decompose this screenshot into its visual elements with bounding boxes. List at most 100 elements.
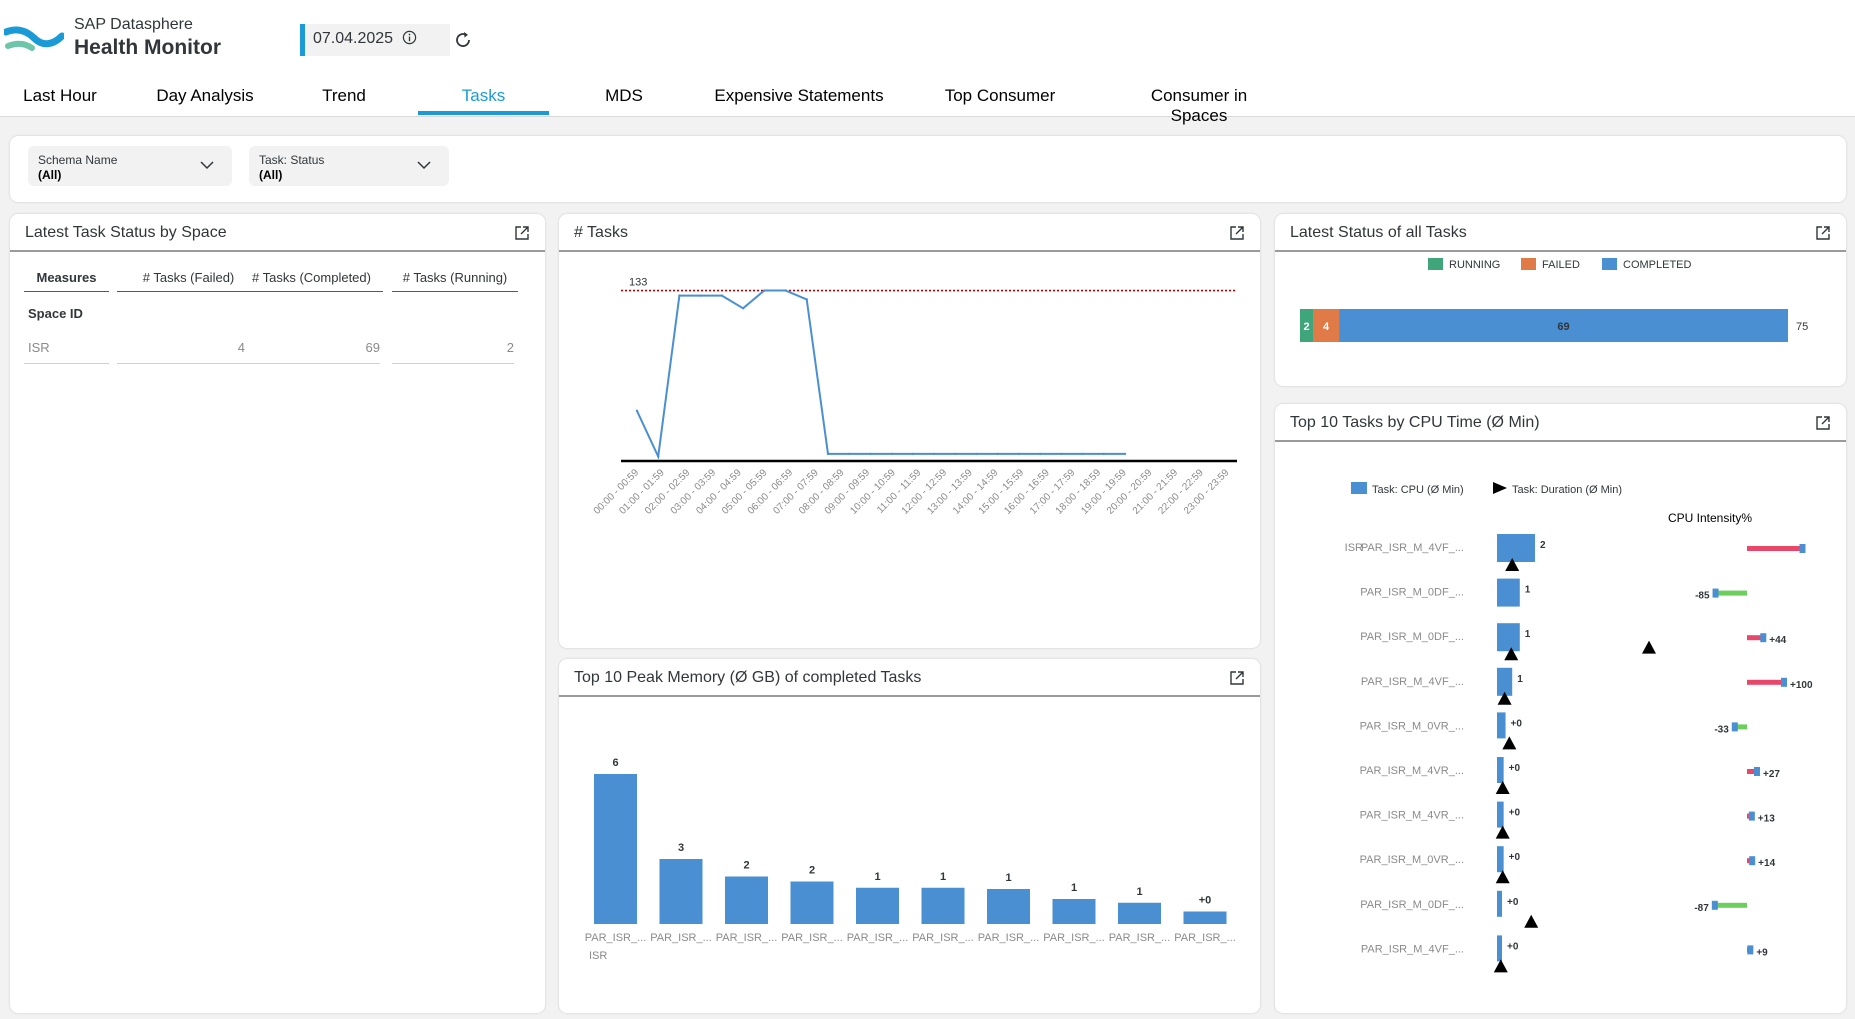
cpu-value-label: 1: [1525, 629, 1531, 640]
x-category-label: PAR_ISR_...: [847, 932, 909, 944]
x-category-label: PAR_ISR_...: [1109, 932, 1171, 944]
card-title: Latest Status of all Tasks: [1290, 224, 1467, 241]
x-category-label: PAR_ISR_...: [716, 932, 778, 944]
card-title: Latest Task Status by Space: [25, 224, 227, 241]
task-name-label: PAR_ISR_M_4VF_...: [1361, 676, 1464, 688]
cpu-bar: [1497, 890, 1502, 917]
intensity-bar: [1715, 590, 1747, 596]
memory-bar: [987, 889, 1030, 924]
refresh-icon[interactable]: [452, 29, 474, 51]
legend-swatch: [1428, 258, 1443, 270]
tab-last-hour[interactable]: Last Hour: [22, 86, 98, 106]
running-count-cell: 2: [392, 340, 514, 364]
task-status-filter[interactable]: Task: Status (All): [249, 146, 449, 186]
bar-value-label: 2: [743, 860, 749, 872]
data-point: [805, 298, 808, 301]
data-point: [975, 452, 978, 456]
duration-marker: [1493, 959, 1508, 973]
legend-swatch: [1602, 258, 1617, 270]
intensity-label: -85: [1695, 591, 1710, 602]
peak-memory-bar-chart: 6 PAR_ISR_... 3 PAR_ISR_... 2 PAR_ISR_... 2 PAR…: [585, 757, 1236, 962]
space-id-cell: ISR: [24, 340, 109, 364]
date-field[interactable]: 07.04.2025: [300, 24, 450, 56]
data-point: [741, 307, 745, 310]
cpu-bar: [1497, 757, 1504, 783]
intensity-bar: [1714, 902, 1747, 908]
row-header-space-id: Space ID: [28, 306, 83, 321]
data-point: [1081, 452, 1084, 456]
measures-header: Measures: [24, 270, 109, 292]
cpu-bar: [1497, 846, 1504, 873]
cpu-bar: [1497, 667, 1513, 696]
column-header-failed: # Tasks (Failed): [117, 270, 260, 292]
data-point: [890, 452, 893, 456]
memory-bar: [1118, 902, 1161, 924]
intensity-bar: [1747, 679, 1784, 685]
task-name-label: PAR_ISR_M_4VF_...: [1361, 943, 1464, 955]
export-icon[interactable]: [1814, 414, 1832, 432]
export-icon[interactable]: [1814, 224, 1832, 242]
intensity-label: +44: [1769, 635, 1786, 646]
group-label: ISR: [589, 950, 607, 962]
data-point: [954, 452, 957, 456]
task-name-label: PAR_ISR_M_4VR_...: [1360, 810, 1464, 822]
latest-status-all-card: Latest Status of all Tasks RUNNING FAILED…: [1275, 214, 1846, 386]
memory-bar: [790, 881, 834, 924]
data-point: [826, 452, 830, 456]
data-point: [1038, 452, 1042, 456]
tab-bar: Last Hour Day Analysis Trend Tasks MDS E…: [0, 82, 1855, 125]
top-bar: SAP Datasphere Health Monitor 07.04.2025…: [0, 0, 1855, 125]
intensity-marker: [1748, 811, 1755, 821]
intensity-header: CPU Intensity%: [1668, 511, 1752, 525]
tab-day-analysis[interactable]: Day Analysis: [155, 86, 255, 106]
memory-bar: [594, 774, 637, 924]
tab-mds[interactable]: MDS: [600, 86, 648, 106]
memory-bar: [659, 859, 703, 924]
status-stacked-bar-chart: RUNNING FAILED COMPLETED 2 4 69 75: [1300, 258, 1808, 342]
schema-name-filter[interactable]: Schema Name (All): [28, 146, 232, 186]
legend-label: COMPLETED: [1623, 259, 1692, 271]
status-filter-value: (All): [259, 168, 283, 182]
active-tab-indicator: [418, 111, 549, 115]
bar-value-label: 1: [1071, 882, 1077, 894]
segment-value-label: 69: [1557, 321, 1569, 333]
tasks-line-chart: 13300:00 - 00:5901:00 - 01:5902:00 - 02:…: [592, 277, 1237, 517]
data-point: [720, 294, 724, 297]
export-icon[interactable]: [1228, 669, 1246, 687]
intensity-marker: [1731, 722, 1738, 732]
schema-filter-value: (All): [38, 168, 62, 182]
data-point: [657, 455, 660, 458]
data-point: [1060, 452, 1063, 456]
tab-expensive-statements[interactable]: Expensive Statements: [712, 86, 886, 106]
tab-consumer-in-spaces[interactable]: Consumer in Spaces: [1122, 86, 1276, 126]
task-name-label: PAR_ISR_M_0VR_...: [1360, 720, 1464, 732]
legend-swatch: [1521, 258, 1536, 270]
x-category-label: PAR_ISR_...: [1174, 932, 1236, 944]
legend-swatch-cpu: [1351, 482, 1367, 494]
column-header-running: # Tasks (Running): [392, 270, 518, 292]
cpu-bar: [1497, 534, 1535, 562]
data-point: [911, 452, 915, 456]
data-point: [635, 409, 639, 413]
data-point: [1123, 452, 1127, 456]
tab-top-consumer[interactable]: Top Consumer: [944, 86, 1056, 106]
reference-line-label: 133: [629, 277, 647, 289]
tab-trend[interactable]: Trend: [316, 86, 372, 106]
bar-value-label: 6: [612, 757, 618, 769]
total-label: 75: [1796, 321, 1808, 333]
export-icon[interactable]: [513, 224, 531, 242]
cpu-bar: [1497, 623, 1520, 652]
card-divider: [1275, 440, 1846, 442]
memory-bar: [1052, 899, 1096, 924]
intensity-bar: [1747, 546, 1803, 551]
cpu-bar: [1497, 712, 1506, 739]
intensity-marker: [1753, 767, 1760, 776]
app-title: Health Monitor: [74, 36, 221, 59]
cpu-value-label: 2: [1540, 540, 1546, 551]
tab-tasks[interactable]: Tasks: [418, 86, 549, 106]
data-point: [699, 294, 702, 297]
export-icon[interactable]: [1228, 224, 1246, 242]
intensity-marker: [1760, 633, 1767, 643]
info-icon[interactable]: [402, 30, 417, 45]
schema-filter-label: Schema Name: [38, 153, 118, 167]
